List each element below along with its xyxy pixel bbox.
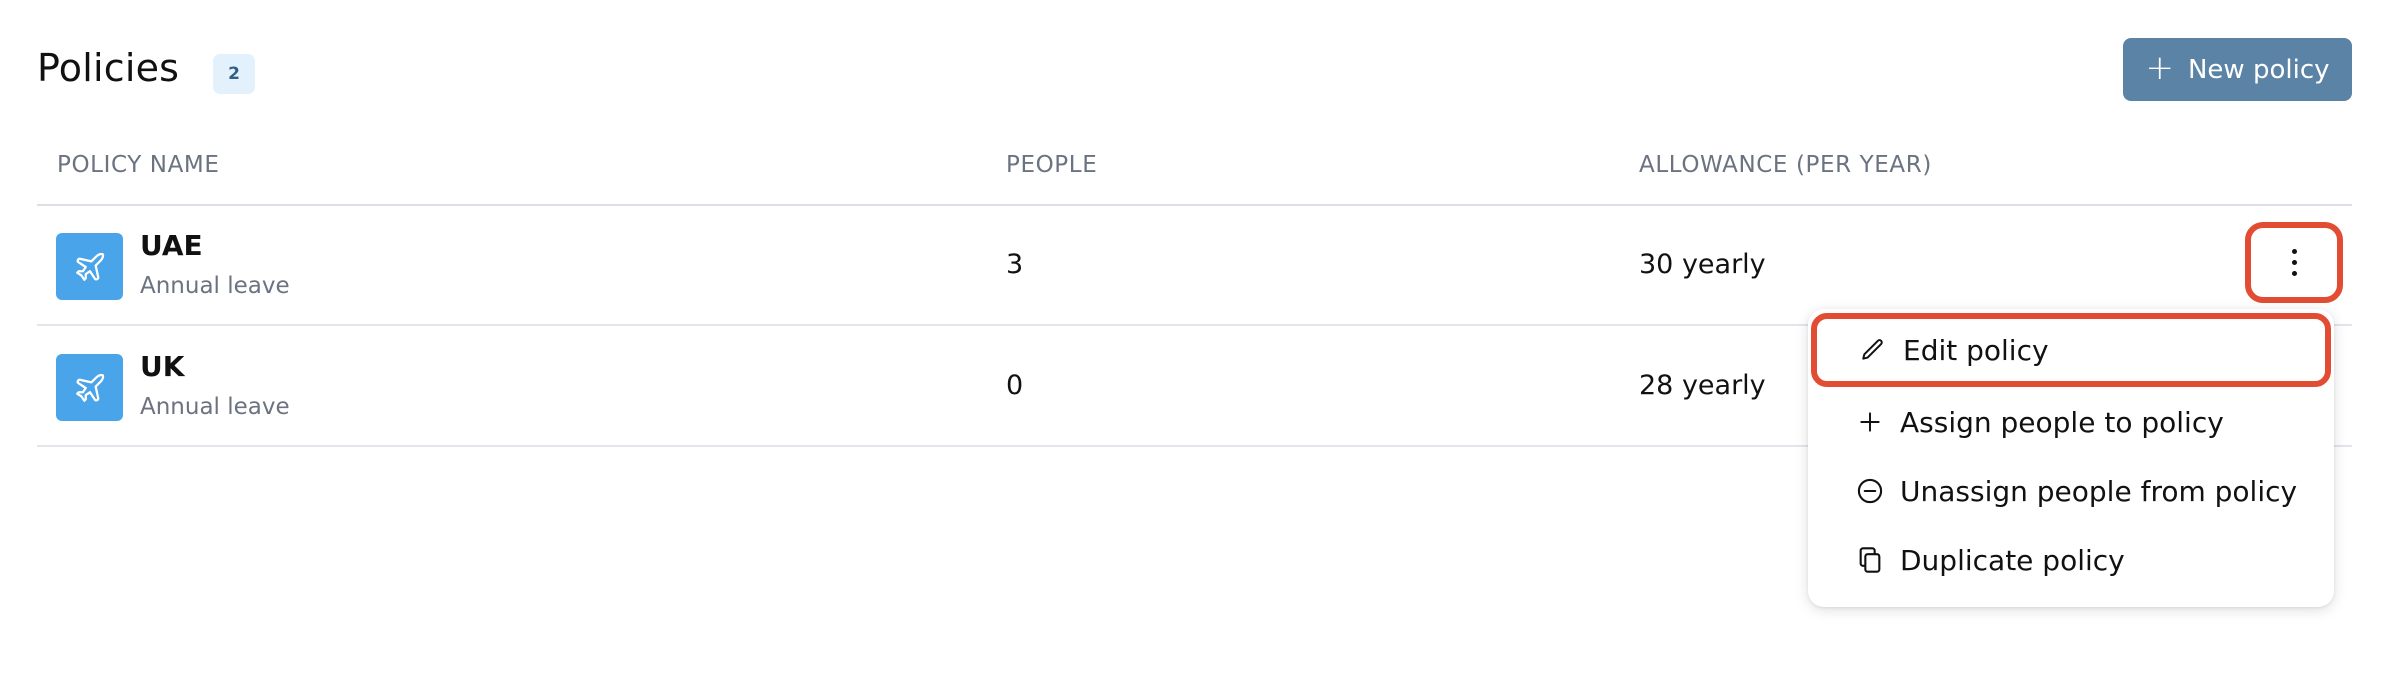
policy-name: UK (140, 350, 185, 383)
policy-count-badge: 2 (213, 54, 255, 94)
minus-circle-icon (1856, 477, 1884, 505)
page-header: Policies 2 + New policy (37, 38, 2352, 102)
policy-name: UAE (140, 229, 203, 262)
row-actions-button[interactable] (2245, 222, 2343, 303)
plus-icon (1856, 408, 1884, 436)
new-policy-button[interactable]: + New policy (2123, 38, 2352, 101)
policy-type: Annual leave (140, 273, 290, 299)
policy-allowance: 30 yearly (1639, 249, 1766, 280)
copy-icon (1856, 546, 1884, 574)
policy-people-count: 0 (1006, 370, 1024, 401)
menu-item-label: Unassign people from policy (1900, 474, 2298, 508)
more-vertical-icon (2291, 249, 2297, 276)
column-header-policy-name: POLICY NAME (57, 152, 220, 178)
pencil-icon (1859, 336, 1887, 364)
policy-people-count: 3 (1006, 249, 1024, 280)
menu-item-label: Assign people to policy (1900, 405, 2224, 439)
menu-item-edit-policy[interactable]: Edit policy (1811, 313, 2331, 387)
menu-item-label: Duplicate policy (1900, 543, 2125, 577)
table-row[interactable]: UAE Annual leave 3 30 yearly (37, 205, 2352, 326)
airplane-icon (56, 354, 123, 421)
menu-item-label: Edit policy (1903, 333, 2049, 367)
new-policy-label: New policy (2187, 54, 2330, 85)
column-header-people: PEOPLE (1006, 152, 1098, 178)
policy-allowance: 28 yearly (1639, 370, 1766, 401)
column-header-allowance: ALLOWANCE (PER YEAR) (1639, 152, 1932, 178)
menu-item-duplicate-policy[interactable]: Duplicate policy (1808, 530, 2334, 590)
plus-icon: + (2145, 48, 2174, 88)
airplane-icon (56, 233, 123, 300)
menu-item-unassign-people[interactable]: Unassign people from policy (1808, 461, 2334, 521)
table-header: POLICY NAME PEOPLE ALLOWANCE (PER YEAR) (37, 148, 2352, 206)
menu-item-assign-people[interactable]: Assign people to policy (1808, 392, 2334, 452)
policy-type: Annual leave (140, 394, 290, 420)
row-actions-menu: Edit policy Assign people to policy Unas… (1808, 309, 2334, 607)
page-title: Policies (37, 46, 180, 90)
